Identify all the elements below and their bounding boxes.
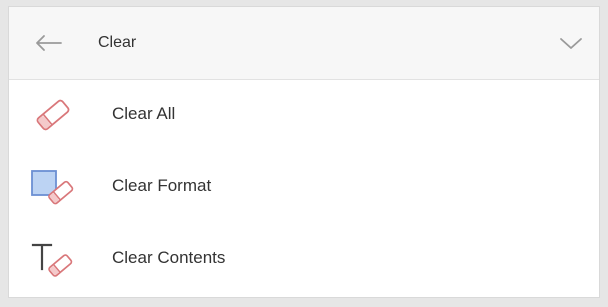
collapse-button[interactable] — [558, 33, 584, 53]
menu-item-label: Clear Format — [112, 176, 212, 195]
menu-item-label: Clear Contents — [112, 248, 226, 267]
menu-item-clear-contents[interactable]: Clear Contents — [9, 223, 599, 295]
menu-title: Clear — [98, 34, 137, 51]
menu-item-clear-all[interactable]: Clear All — [9, 79, 599, 151]
back-arrow-icon — [36, 35, 62, 51]
eraser-icon — [36, 99, 70, 131]
clear-menu-panel: Clear Clear All Clear Format Clear Conte… — [8, 6, 600, 298]
back-button[interactable] — [33, 31, 65, 55]
clear-contents-icon — [31, 243, 73, 277]
clear-menu-header: Clear — [9, 7, 599, 80]
menu-item-clear-format[interactable]: Clear Format — [9, 151, 599, 223]
menu-item-label: Clear All — [112, 104, 176, 123]
clear-format-icon — [31, 170, 74, 205]
chevron-down-icon — [560, 38, 582, 49]
